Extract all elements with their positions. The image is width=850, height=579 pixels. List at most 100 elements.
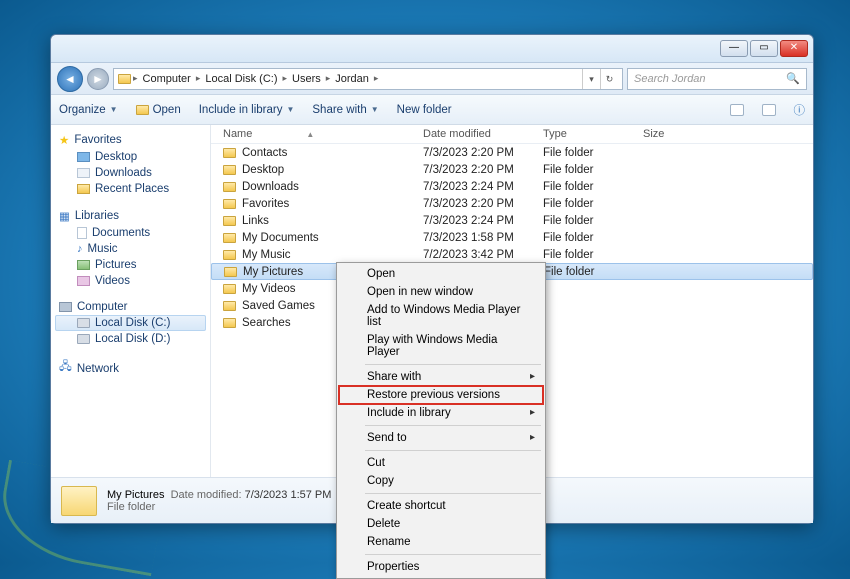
ctx-delete[interactable]: Delete [339, 515, 543, 533]
file-name: My Pictures [243, 266, 303, 278]
include-library-menu[interactable]: Include in library▼ [199, 104, 295, 116]
folder-icon [223, 216, 236, 226]
ctx-create-shortcut[interactable]: Create shortcut [339, 497, 543, 515]
file-row[interactable]: Favorites7/3/2023 2:20 PMFile folder [211, 195, 813, 212]
close-button[interactable]: ✕ [780, 40, 808, 57]
file-name: My Music [242, 249, 291, 261]
folder-icon [223, 250, 236, 260]
libraries-icon: ▦ [59, 209, 70, 223]
share-with-menu[interactable]: Share with▼ [312, 104, 378, 116]
organize-menu[interactable]: Organize▼ [59, 104, 118, 116]
disk-icon [77, 334, 90, 344]
breadcrumb-box[interactable]: ▸ Computer ▸ Local Disk (C:) ▸ Users ▸ J… [113, 68, 623, 90]
sidebar-item-videos[interactable]: Videos [55, 273, 206, 289]
ctx-include-in-library[interactable]: Include in library [339, 404, 543, 422]
sidebar-item-desktop[interactable]: Desktop [55, 149, 206, 165]
details-type: File folder [107, 501, 331, 513]
search-input[interactable]: Search Jordan 🔍 [627, 68, 807, 90]
ctx-share-with[interactable]: Share with [339, 368, 543, 386]
favorites-header[interactable]: ★Favorites [55, 131, 206, 149]
file-name: Contacts [242, 147, 287, 159]
minimize-button[interactable]: — [720, 40, 748, 57]
crumb-users[interactable]: Users [289, 73, 324, 85]
chevron-down-icon: ▼ [286, 105, 294, 114]
folder-icon [223, 233, 236, 243]
file-row[interactable]: My Music7/2/2023 3:42 PMFile folder [211, 246, 813, 263]
downloads-icon [77, 168, 90, 178]
chevron-right-icon: ▸ [131, 73, 140, 84]
folder-icon [224, 267, 237, 277]
file-type: File folder [543, 232, 643, 244]
ctx-play-wmp[interactable]: Play with Windows Media Player [339, 331, 543, 361]
navigation-pane: ★Favorites Desktop Downloads Recent Plac… [51, 125, 211, 477]
desktop-icon [77, 152, 90, 162]
forward-button[interactable]: ► [87, 68, 109, 90]
sidebar-item-recent[interactable]: Recent Places [55, 181, 206, 197]
file-row[interactable]: Contacts 7/3/2023 2:20 PMFile folder [211, 144, 813, 161]
column-type[interactable]: Type [543, 128, 643, 140]
column-date[interactable]: Date modified [423, 128, 543, 140]
open-button[interactable]: Open [136, 104, 181, 116]
crumb-jordan[interactable]: Jordan [332, 73, 372, 85]
recent-places-icon [77, 184, 90, 194]
menu-divider [365, 554, 541, 555]
titlebar[interactable]: — ▭ ✕ [51, 35, 813, 63]
folder-icon [136, 105, 149, 115]
pictures-icon [77, 260, 90, 270]
network-icon: 🖧 [59, 359, 72, 378]
back-button[interactable]: ◄ [57, 66, 83, 92]
file-type: File folder [544, 266, 644, 278]
file-row[interactable]: Desktop7/3/2023 2:20 PMFile folder [211, 161, 813, 178]
column-headers[interactable]: Name▲ Date modified Type Size [211, 125, 813, 144]
file-row[interactable]: Links7/3/2023 2:24 PMFile folder [211, 212, 813, 229]
crumb-diskc[interactable]: Local Disk (C:) [202, 73, 280, 85]
ctx-copy[interactable]: Copy [339, 472, 543, 490]
context-menu: Open Open in new window Add to Windows M… [336, 262, 546, 579]
address-dropdown[interactable]: ▾ [582, 69, 600, 89]
ctx-open[interactable]: Open [339, 265, 543, 283]
sidebar-item-documents[interactable]: Documents [55, 225, 206, 241]
network-header[interactable]: 🖧Network [55, 357, 206, 380]
refresh-button[interactable]: ↻ [600, 69, 618, 89]
help-button[interactable]: ⓘ [794, 102, 806, 118]
file-row[interactable]: Downloads7/3/2023 2:24 PMFile folder [211, 178, 813, 195]
music-icon: ♪ [77, 243, 83, 255]
crumb-computer[interactable]: Computer [140, 73, 194, 85]
file-date: 7/3/2023 2:24 PM [423, 215, 543, 227]
details-meta-label: Date modified: [171, 489, 242, 501]
folder-icon [223, 182, 236, 192]
ctx-add-wmp-list[interactable]: Add to Windows Media Player list [339, 301, 543, 331]
ctx-rename[interactable]: Rename [339, 533, 543, 551]
preview-pane-button[interactable] [762, 104, 776, 116]
column-name[interactable]: Name▲ [223, 128, 423, 140]
star-icon: ★ [59, 133, 69, 147]
file-type: File folder [543, 249, 643, 261]
file-name: My Videos [242, 283, 295, 295]
sidebar-item-diskc[interactable]: Local Disk (C:) [55, 315, 206, 331]
ctx-open-new-window[interactable]: Open in new window [339, 283, 543, 301]
sidebar-item-downloads[interactable]: Downloads [55, 165, 206, 181]
view-options-button[interactable] [730, 104, 744, 116]
file-type: File folder [543, 147, 643, 159]
ctx-send-to[interactable]: Send to [339, 429, 543, 447]
folder-icon [223, 318, 236, 328]
file-row[interactable]: My Documents7/3/2023 1:58 PMFile folder [211, 229, 813, 246]
chevron-right-icon: ▸ [324, 73, 333, 84]
ctx-cut[interactable]: Cut [339, 454, 543, 472]
column-size[interactable]: Size [643, 128, 723, 140]
sidebar-item-diskd[interactable]: Local Disk (D:) [55, 331, 206, 347]
ctx-properties[interactable]: Properties [339, 558, 543, 576]
file-date: 7/3/2023 2:20 PM [423, 147, 543, 159]
maximize-button[interactable]: ▭ [750, 40, 778, 57]
file-type: File folder [543, 215, 643, 227]
sidebar-item-music[interactable]: ♪Music [55, 241, 206, 257]
file-date: 7/3/2023 2:20 PM [423, 164, 543, 176]
computer-header[interactable]: Computer [55, 299, 206, 315]
menu-divider [365, 425, 541, 426]
sidebar-item-pictures[interactable]: Pictures [55, 257, 206, 273]
new-folder-button[interactable]: New folder [397, 104, 452, 116]
ctx-restore-previous-versions[interactable]: Restore previous versions [339, 386, 543, 404]
chevron-right-icon: ▸ [280, 73, 289, 84]
menu-divider [365, 450, 541, 451]
libraries-header[interactable]: ▦Libraries [55, 207, 206, 225]
